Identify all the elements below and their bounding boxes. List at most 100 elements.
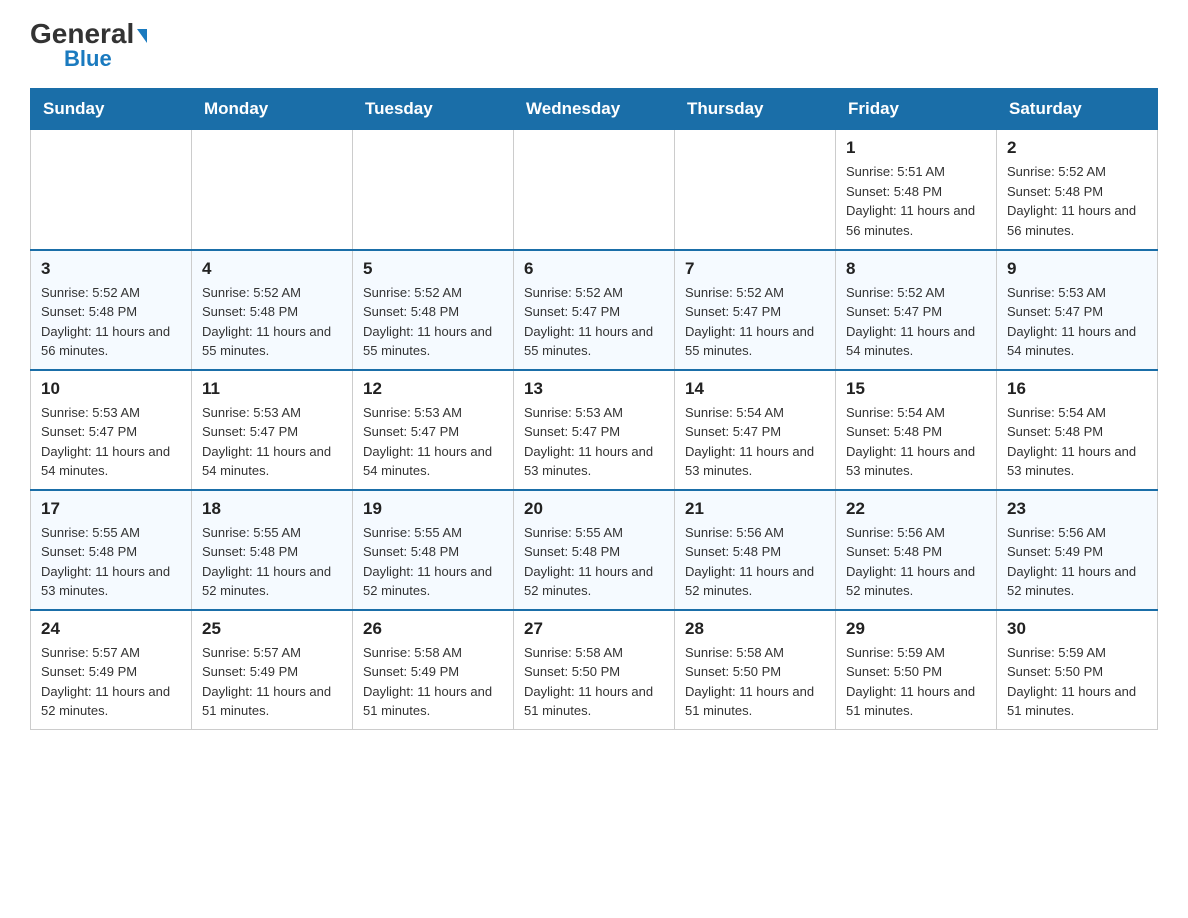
day-number: 25 [202,619,342,639]
day-number: 12 [363,379,503,399]
calendar-cell: 8 Sunrise: 5:52 AMSunset: 5:47 PMDaylight… [836,250,997,370]
day-number: 26 [363,619,503,639]
day-number: 16 [1007,379,1147,399]
day-number: 17 [41,499,181,519]
day-number: 20 [524,499,664,519]
day-number: 2 [1007,138,1147,158]
calendar-cell: 28Sunrise: 5:58 AMSunset: 5:50 PMDayligh… [675,610,836,730]
day-info: Sunrise: 5:54 AMSunset: 5:47 PMDaylight:… [685,403,825,481]
day-info: Sunrise: 5:52 AMSunset: 5:47 PMDaylight:… [846,283,986,361]
day-info: Sunrise: 5:54 AMSunset: 5:48 PMDaylight:… [1007,403,1147,481]
day-info: Sunrise: 5:52 AMSunset: 5:48 PMDaylight:… [41,283,181,361]
day-number: 5 [363,259,503,279]
day-info: Sunrise: 5:53 AMSunset: 5:47 PMDaylight:… [202,403,342,481]
calendar-cell: 11 Sunrise: 5:53 AMSunset: 5:47 PMDayligh… [192,370,353,490]
calendar-cell: 2 Sunrise: 5:52 AMSunset: 5:48 PMDaylight… [997,130,1158,250]
calendar-cell: 6 Sunrise: 5:52 AMSunset: 5:47 PMDaylight… [514,250,675,370]
calendar-cell: 13 Sunrise: 5:53 AMSunset: 5:47 PMDayligh… [514,370,675,490]
day-of-week-header: Friday [836,89,997,130]
calendar-cell: 16 Sunrise: 5:54 AMSunset: 5:48 PMDayligh… [997,370,1158,490]
calendar-cell: 5 Sunrise: 5:52 AMSunset: 5:48 PMDaylight… [353,250,514,370]
day-number: 15 [846,379,986,399]
day-number: 8 [846,259,986,279]
day-of-week-header: Tuesday [353,89,514,130]
day-number: 30 [1007,619,1147,639]
day-info: Sunrise: 5:56 AMSunset: 5:49 PMDaylight:… [1007,523,1147,601]
day-number: 7 [685,259,825,279]
calendar-cell [353,130,514,250]
day-info: Sunrise: 5:59 AMSunset: 5:50 PMDaylight:… [1007,643,1147,721]
calendar-cell: 24 Sunrise: 5:57 AMSunset: 5:49 PMDayligh… [31,610,192,730]
day-number: 29 [846,619,986,639]
calendar-cell [31,130,192,250]
day-info: Sunrise: 5:52 AMSunset: 5:47 PMDaylight:… [524,283,664,361]
day-info: Sunrise: 5:58 AMSunset: 5:49 PMDaylight:… [363,643,503,721]
day-number: 1 [846,138,986,158]
day-number: 22 [846,499,986,519]
day-number: 4 [202,259,342,279]
calendar-cell: 22 Sunrise: 5:56 AMSunset: 5:48 PMDayligh… [836,490,997,610]
day-info: Sunrise: 5:55 AMSunset: 5:48 PMDaylight:… [202,523,342,601]
calendar-cell: 21 Sunrise: 5:56 AMSunset: 5:48 PMDayligh… [675,490,836,610]
calendar-week-row: 17 Sunrise: 5:55 AMSunset: 5:48 PMDayligh… [31,490,1158,610]
day-number: 24 [41,619,181,639]
calendar-cell: 23 Sunrise: 5:56 AMSunset: 5:49 PMDayligh… [997,490,1158,610]
calendar-cell: 17 Sunrise: 5:55 AMSunset: 5:48 PMDayligh… [31,490,192,610]
day-info: Sunrise: 5:53 AMSunset: 5:47 PMDaylight:… [41,403,181,481]
calendar-cell: 30 Sunrise: 5:59 AMSunset: 5:50 PMDayligh… [997,610,1158,730]
day-number: 27 [524,619,664,639]
calendar-cell [514,130,675,250]
day-of-week-header: Wednesday [514,89,675,130]
day-info: Sunrise: 5:52 AMSunset: 5:48 PMDaylight:… [363,283,503,361]
day-info: Sunrise: 5:55 AMSunset: 5:48 PMDaylight:… [524,523,664,601]
calendar-week-row: 24 Sunrise: 5:57 AMSunset: 5:49 PMDayligh… [31,610,1158,730]
day-info: Sunrise: 5:56 AMSunset: 5:48 PMDaylight:… [846,523,986,601]
day-number: 10 [41,379,181,399]
calendar-week-row: 3 Sunrise: 5:52 AMSunset: 5:48 PMDaylight… [31,250,1158,370]
calendar-cell: 14 Sunrise: 5:54 AMSunset: 5:47 PMDayligh… [675,370,836,490]
day-of-week-header: Saturday [997,89,1158,130]
page-header: General Blue [30,20,1158,70]
calendar-cell: 29Sunrise: 5:59 AMSunset: 5:50 PMDayligh… [836,610,997,730]
day-info: Sunrise: 5:55 AMSunset: 5:48 PMDaylight:… [363,523,503,601]
day-number: 3 [41,259,181,279]
day-info: Sunrise: 5:51 AMSunset: 5:48 PMDaylight:… [846,162,986,240]
calendar-cell: 26 Sunrise: 5:58 AMSunset: 5:49 PMDayligh… [353,610,514,730]
calendar-cell: 9 Sunrise: 5:53 AMSunset: 5:47 PMDaylight… [997,250,1158,370]
calendar-header-row: SundayMondayTuesdayWednesdayThursdayFrid… [31,89,1158,130]
calendar-cell: 18Sunrise: 5:55 AMSunset: 5:48 PMDayligh… [192,490,353,610]
calendar-cell: 15Sunrise: 5:54 AMSunset: 5:48 PMDayligh… [836,370,997,490]
calendar-cell: 3 Sunrise: 5:52 AMSunset: 5:48 PMDaylight… [31,250,192,370]
day-number: 11 [202,379,342,399]
calendar-cell: 4 Sunrise: 5:52 AMSunset: 5:48 PMDaylight… [192,250,353,370]
day-info: Sunrise: 5:57 AMSunset: 5:49 PMDaylight:… [202,643,342,721]
day-number: 14 [685,379,825,399]
day-of-week-header: Sunday [31,89,192,130]
day-info: Sunrise: 5:53 AMSunset: 5:47 PMDaylight:… [363,403,503,481]
day-info: Sunrise: 5:53 AMSunset: 5:47 PMDaylight:… [524,403,664,481]
calendar-cell [192,130,353,250]
day-info: Sunrise: 5:57 AMSunset: 5:49 PMDaylight:… [41,643,181,721]
day-number: 21 [685,499,825,519]
day-of-week-header: Thursday [675,89,836,130]
day-info: Sunrise: 5:56 AMSunset: 5:48 PMDaylight:… [685,523,825,601]
day-info: Sunrise: 5:52 AMSunset: 5:48 PMDaylight:… [202,283,342,361]
calendar-table: SundayMondayTuesdayWednesdayThursdayFrid… [30,88,1158,730]
day-number: 28 [685,619,825,639]
logo-general-text: General [30,20,147,48]
day-info: Sunrise: 5:58 AMSunset: 5:50 PMDaylight:… [524,643,664,721]
day-info: Sunrise: 5:52 AMSunset: 5:47 PMDaylight:… [685,283,825,361]
calendar-week-row: 1 Sunrise: 5:51 AMSunset: 5:48 PMDaylight… [31,130,1158,250]
day-number: 23 [1007,499,1147,519]
calendar-cell: 27 Sunrise: 5:58 AMSunset: 5:50 PMDayligh… [514,610,675,730]
calendar-cell [675,130,836,250]
day-number: 13 [524,379,664,399]
calendar-week-row: 10 Sunrise: 5:53 AMSunset: 5:47 PMDayligh… [31,370,1158,490]
calendar-cell: 25 Sunrise: 5:57 AMSunset: 5:49 PMDayligh… [192,610,353,730]
day-info: Sunrise: 5:53 AMSunset: 5:47 PMDaylight:… [1007,283,1147,361]
day-number: 6 [524,259,664,279]
day-info: Sunrise: 5:52 AMSunset: 5:48 PMDaylight:… [1007,162,1147,240]
day-number: 9 [1007,259,1147,279]
day-info: Sunrise: 5:55 AMSunset: 5:48 PMDaylight:… [41,523,181,601]
logo-blue-text: Blue [64,48,112,70]
